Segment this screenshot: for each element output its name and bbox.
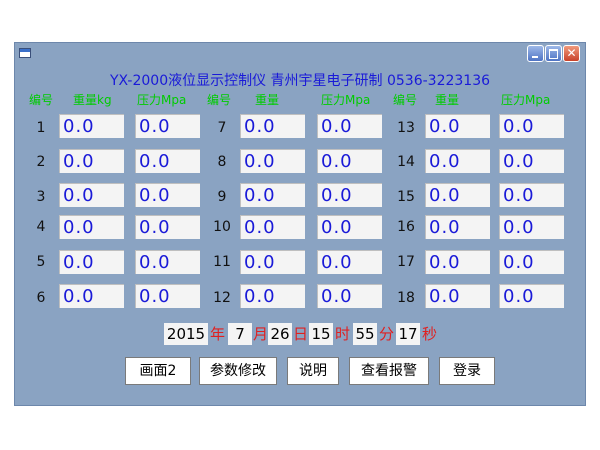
title-bar[interactable]: ✕ <box>15 43 585 65</box>
pressure-field: 0.0 <box>135 284 200 308</box>
pressure-field: 0.0 <box>135 215 200 239</box>
weight-field: 0.0 <box>425 284 490 308</box>
main-window: ✕ YX-2000液位显示控制仪 青州宇星电子研制 0536-3223136 编… <box>14 42 586 406</box>
channel-num: 3 <box>36 189 46 205</box>
weight-field: 0.0 <box>59 183 124 207</box>
channel-num: 12 <box>213 290 231 306</box>
weight-field: 0.0 <box>240 284 305 308</box>
col-header-num-3: 编号 <box>393 93 418 107</box>
pressure-field: 0.0 <box>317 183 382 207</box>
col-header-pressure-2: 压力Mpa <box>321 93 371 107</box>
pressure-field: 0.0 <box>499 284 564 308</box>
weight-field: 0.0 <box>59 284 124 308</box>
second-unit: 秒 <box>422 325 438 343</box>
second-value: 17 <box>396 323 420 345</box>
params-edit-button[interactable]: 参数修改 <box>199 357 277 385</box>
pressure-field: 0.0 <box>317 114 382 138</box>
channel-num: 1 <box>36 120 46 136</box>
col-header-num-1: 编号 <box>29 93 54 107</box>
weight-field: 0.0 <box>59 250 124 274</box>
hour-value: 15 <box>309 323 333 345</box>
channel-num: 5 <box>36 254 46 270</box>
pressure-field: 0.0 <box>317 215 382 239</box>
weight-field: 0.0 <box>425 114 490 138</box>
hour-unit: 时 <box>335 325 351 343</box>
col-header-weight-2: 重量 <box>255 93 280 107</box>
pressure-field: 0.0 <box>499 183 564 207</box>
close-button[interactable]: ✕ <box>563 45 580 62</box>
channel-num: 6 <box>36 290 46 306</box>
channel-num: 14 <box>397 154 415 170</box>
year-unit: 年 <box>210 325 226 343</box>
minute-unit: 分 <box>379 325 395 343</box>
col-header-weight-1: 重量kg <box>73 93 112 107</box>
weight-field: 0.0 <box>425 250 490 274</box>
channel-num: 9 <box>217 189 227 205</box>
maximize-button[interactable] <box>545 45 562 62</box>
weight-field: 0.0 <box>425 149 490 173</box>
channel-num: 11 <box>213 254 231 270</box>
weight-field: 0.0 <box>240 114 305 138</box>
weight-field: 0.0 <box>59 114 124 138</box>
channel-num: 10 <box>213 219 231 235</box>
channel-num: 8 <box>217 154 227 170</box>
pressure-field: 0.0 <box>135 183 200 207</box>
pressure-field: 0.0 <box>135 149 200 173</box>
weight-field: 0.0 <box>59 149 124 173</box>
channel-num: 4 <box>36 219 46 235</box>
day-unit: 日 <box>293 325 309 343</box>
weight-field: 0.0 <box>240 183 305 207</box>
col-header-weight-3: 重量 <box>435 93 460 107</box>
channel-num: 13 <box>397 120 415 136</box>
channel-num: 18 <box>397 290 415 306</box>
minimize-button[interactable] <box>527 45 544 62</box>
weight-field: 0.0 <box>240 215 305 239</box>
pressure-field: 0.0 <box>135 114 200 138</box>
weight-field: 0.0 <box>59 215 124 239</box>
pressure-field: 0.0 <box>499 250 564 274</box>
month-unit: 月 <box>253 325 269 343</box>
weight-field: 0.0 <box>240 149 305 173</box>
weight-field: 0.0 <box>240 250 305 274</box>
channel-num: 2 <box>36 154 46 170</box>
pressure-field: 0.0 <box>317 284 382 308</box>
channel-num: 17 <box>397 254 415 270</box>
channel-num: 16 <box>397 219 415 235</box>
close-icon: ✕ <box>566 46 577 60</box>
pressure-field: 0.0 <box>499 149 564 173</box>
year-value: 2015 <box>164 323 208 345</box>
weight-field: 0.0 <box>425 215 490 239</box>
channel-num: 7 <box>217 120 227 136</box>
pressure-field: 0.0 <box>317 250 382 274</box>
login-button[interactable]: 登录 <box>439 357 495 385</box>
help-button[interactable]: 说明 <box>287 357 339 385</box>
page-title: YX-2000液位显示控制仪 青州宇星电子研制 0536-3223136 <box>109 73 491 89</box>
col-header-pressure-3: 压力Mpa <box>501 93 551 107</box>
pressure-field: 0.0 <box>317 149 382 173</box>
minute-value: 55 <box>353 323 377 345</box>
col-header-pressure-1: 压力Mpa <box>137 93 187 107</box>
weight-field: 0.0 <box>425 183 490 207</box>
view-alarms-button[interactable]: 查看报警 <box>349 357 429 385</box>
col-header-num-2: 编号 <box>207 93 232 107</box>
pressure-field: 0.0 <box>499 215 564 239</box>
app-icon <box>19 48 31 58</box>
screen2-button[interactable]: 画面2 <box>125 357 191 385</box>
pressure-field: 0.0 <box>499 114 564 138</box>
day-value: 26 <box>268 323 292 345</box>
pressure-field: 0.0 <box>135 250 200 274</box>
channel-num: 15 <box>397 189 415 205</box>
month-value: 7 <box>228 323 252 345</box>
